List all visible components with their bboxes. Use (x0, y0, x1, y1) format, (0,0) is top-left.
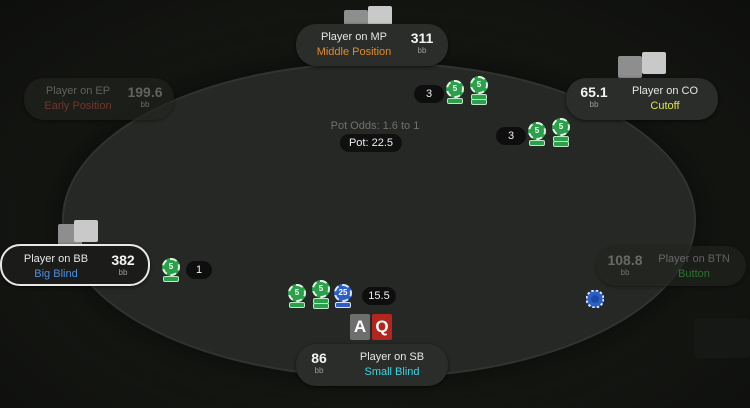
poker-chip-icon (313, 303, 329, 309)
seat-co[interactable]: 65.1 bb Player on CO Cutoff (566, 78, 718, 120)
card-back-icon (74, 220, 98, 242)
poker-chip-icon (163, 276, 179, 282)
stack-amount: 311 (410, 30, 434, 46)
poker-chip-icon: 5 (446, 80, 464, 98)
player-name: Player on EP (45, 85, 111, 97)
seat-sb-stack: 86 bb (302, 350, 336, 376)
stack-unit: bb (620, 268, 630, 277)
poker-chip-icon (553, 141, 569, 147)
stack-amount: 65.1 (580, 84, 608, 100)
dealer-button-icon (586, 290, 604, 308)
seat-ep-info: Player on EP Early Position (32, 84, 124, 114)
poker-chip-icon (471, 99, 487, 105)
pot-amount: Pot: 22.5 (340, 134, 402, 152)
card-back-icon (642, 52, 666, 74)
seat-btn-info: Player on BTN Button (648, 252, 740, 282)
seat-btn-stack: 108.8 bb (602, 252, 648, 278)
poker-chip-icon: 5 (470, 76, 488, 94)
pot-odds-label: Pot Odds: 1.6 to 1 (330, 120, 420, 132)
stack-amount: 108.8 (607, 252, 643, 268)
player-position: Cutoff (650, 100, 680, 112)
seat-ep[interactable]: Player on EP Early Position 199.6 bb (24, 78, 174, 120)
side-panel-edge (694, 318, 750, 358)
seat-bb-stack: 382 bb (104, 252, 142, 278)
seat-mp-info: Player on MP Middle Position (304, 30, 404, 60)
seat-sb[interactable]: 86 bb Player on SB Small Blind (296, 344, 448, 386)
stack-amount: 199.6 (127, 84, 163, 100)
stack-unit: bb (140, 100, 150, 109)
bet-amount-bb: 1 (186, 261, 212, 279)
player-name: Player on BB (23, 253, 89, 265)
poker-chip-icon: 5 (162, 258, 180, 276)
stack-unit: bb (417, 46, 427, 55)
poker-chip-icon: 25 (334, 284, 352, 302)
hero-card-1: A (350, 314, 370, 340)
poker-chip-icon: 5 (312, 280, 330, 298)
stack-amount: 382 (111, 252, 135, 268)
player-position: Small Blind (364, 366, 420, 378)
player-position: Middle Position (316, 46, 392, 58)
player-position: Big Blind (34, 268, 78, 280)
hero-card-2: Q (372, 314, 392, 340)
player-name: Player on MP (320, 31, 388, 43)
player-name: Player on SB (359, 351, 425, 363)
bet-amount-sb: 15.5 (362, 287, 396, 305)
seat-mp[interactable]: Player on MP Middle Position 311 bb (296, 24, 448, 66)
seat-sb-info: Player on SB Small Blind (342, 350, 442, 380)
player-position: Button (678, 268, 710, 280)
poker-chip-icon (447, 98, 463, 104)
player-position: Early Position (44, 100, 112, 112)
poker-chip-icon: 5 (288, 284, 306, 302)
seat-bb-info: Player on BB Big Blind (10, 252, 102, 282)
poker-chip-icon (335, 302, 351, 308)
seat-mp-stack: 311 bb (404, 30, 440, 56)
stack-unit: bb (118, 268, 128, 277)
seat-btn[interactable]: 108.8 bb Player on BTN Button (596, 246, 746, 286)
seat-co-stack: 65.1 bb (572, 84, 616, 110)
player-name: Player on CO (631, 85, 699, 97)
stack-unit: bb (314, 366, 324, 375)
stack-amount: 86 (311, 350, 327, 366)
seat-ep-stack: 199.6 bb (124, 84, 166, 110)
seat-bb[interactable]: Player on BB Big Blind 382 bb (0, 244, 150, 286)
stack-unit: bb (589, 100, 599, 109)
seat-co-info: Player on CO Cutoff (618, 84, 712, 114)
card-back-icon (618, 56, 642, 78)
poker-chip-icon (529, 140, 545, 146)
player-name: Player on BTN (658, 253, 730, 265)
bet-amount-mp: 3 (414, 85, 444, 103)
poker-chip-icon (289, 302, 305, 308)
